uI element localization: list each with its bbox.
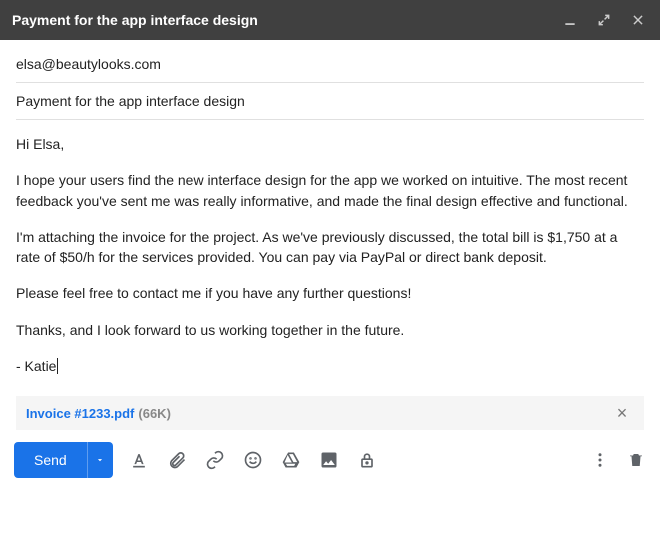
drive-icon[interactable] [281, 450, 301, 470]
body-paragraph: I hope your users find the new interface… [16, 170, 644, 211]
more-options-icon[interactable] [590, 450, 610, 470]
minimize-icon[interactable] [560, 10, 580, 30]
trash-icon[interactable] [626, 450, 646, 470]
subject-value: Payment for the app interface design [16, 93, 245, 109]
attachment-size: (66K) [138, 406, 171, 421]
toolbar-right [590, 450, 646, 470]
emoji-icon[interactable] [243, 450, 263, 470]
attachment-filename: Invoice #1233.pdf [26, 406, 134, 421]
text-cursor [57, 358, 58, 374]
subject-field[interactable]: Payment for the app interface design [16, 83, 644, 120]
attachment-remove-icon[interactable]: × [612, 403, 632, 424]
text-format-icon[interactable] [129, 450, 149, 470]
to-field[interactable]: elsa@beautylooks.com [16, 46, 644, 83]
body-greeting: Hi Elsa, [16, 134, 644, 154]
send-options-button[interactable] [87, 442, 113, 478]
attachment-chip[interactable]: Invoice #1233.pdf (66K) × [16, 396, 644, 430]
attach-file-icon[interactable] [167, 450, 187, 470]
body-signoff: - Katie [16, 356, 644, 376]
window-title: Payment for the app interface design [12, 12, 258, 28]
close-icon[interactable] [628, 10, 648, 30]
body-paragraph: I'm attaching the invoice for the projec… [16, 227, 644, 268]
compose-toolbar: Send [0, 430, 660, 490]
body-paragraph: Thanks, and I look forward to us working… [16, 320, 644, 340]
insert-link-icon[interactable] [205, 450, 225, 470]
body-paragraph: Please feel free to contact me if you ha… [16, 283, 644, 303]
insert-photo-icon[interactable] [319, 450, 339, 470]
email-body[interactable]: Hi Elsa, I hope your users find the new … [16, 120, 644, 392]
send-button[interactable]: Send [14, 442, 87, 478]
to-value: elsa@beautylooks.com [16, 56, 161, 72]
send-button-group: Send [14, 442, 113, 478]
format-tools [129, 450, 377, 470]
compose-titlebar: Payment for the app interface design [0, 0, 660, 40]
compose-content: elsa@beautylooks.com Payment for the app… [0, 40, 660, 430]
confidential-mode-icon[interactable] [357, 450, 377, 470]
expand-icon[interactable] [594, 10, 614, 30]
